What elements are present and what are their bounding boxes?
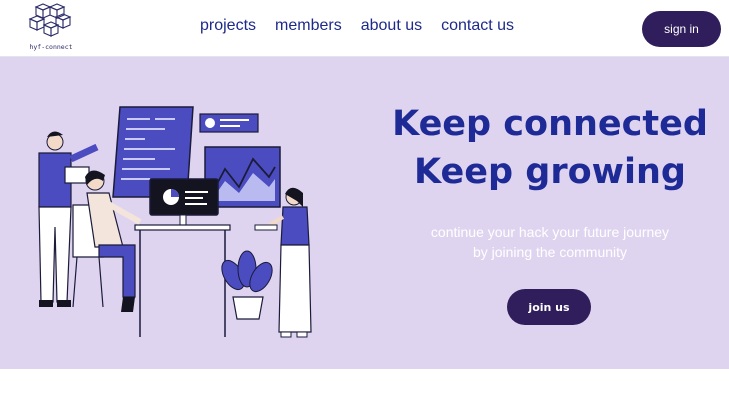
badge-card: [199, 113, 259, 133]
nav-projects[interactable]: projects: [200, 17, 256, 35]
subtitle-line-1: continue your hack your future journey: [430, 224, 670, 240]
hero-subtitle: continue your hack your future journey b…: [390, 222, 710, 262]
main-nav: projects members about us contact us: [200, 17, 514, 35]
potted-plant: [221, 250, 273, 320]
team-collaboration-illustration: [38, 106, 312, 338]
front-monitor: [149, 178, 219, 226]
nav-contact-us[interactable]: contact us: [441, 17, 514, 35]
sign-in-button[interactable]: sign in: [642, 11, 721, 47]
standing-woman: [254, 187, 312, 338]
headline-line-1: Keep connected: [392, 104, 708, 144]
site-logo[interactable]: hyf-connect: [26, 3, 76, 53]
hero-section: Keep connected Keep growing continue you…: [0, 57, 729, 369]
hero-headline: Keep connected Keep growing: [370, 100, 729, 196]
cubes-logo-icon: [28, 3, 72, 37]
headline-line-2: Keep growing: [414, 152, 686, 192]
nav-about-us[interactable]: about us: [361, 17, 422, 35]
subtitle-line-2: by joining the community: [472, 244, 628, 260]
join-us-button[interactable]: join us: [507, 289, 591, 325]
navbar: hyf-connect projects members about us co…: [0, 0, 729, 57]
logo-text: hyf-connect: [29, 43, 73, 51]
desk: [134, 224, 231, 337]
nav-members[interactable]: members: [275, 17, 342, 35]
